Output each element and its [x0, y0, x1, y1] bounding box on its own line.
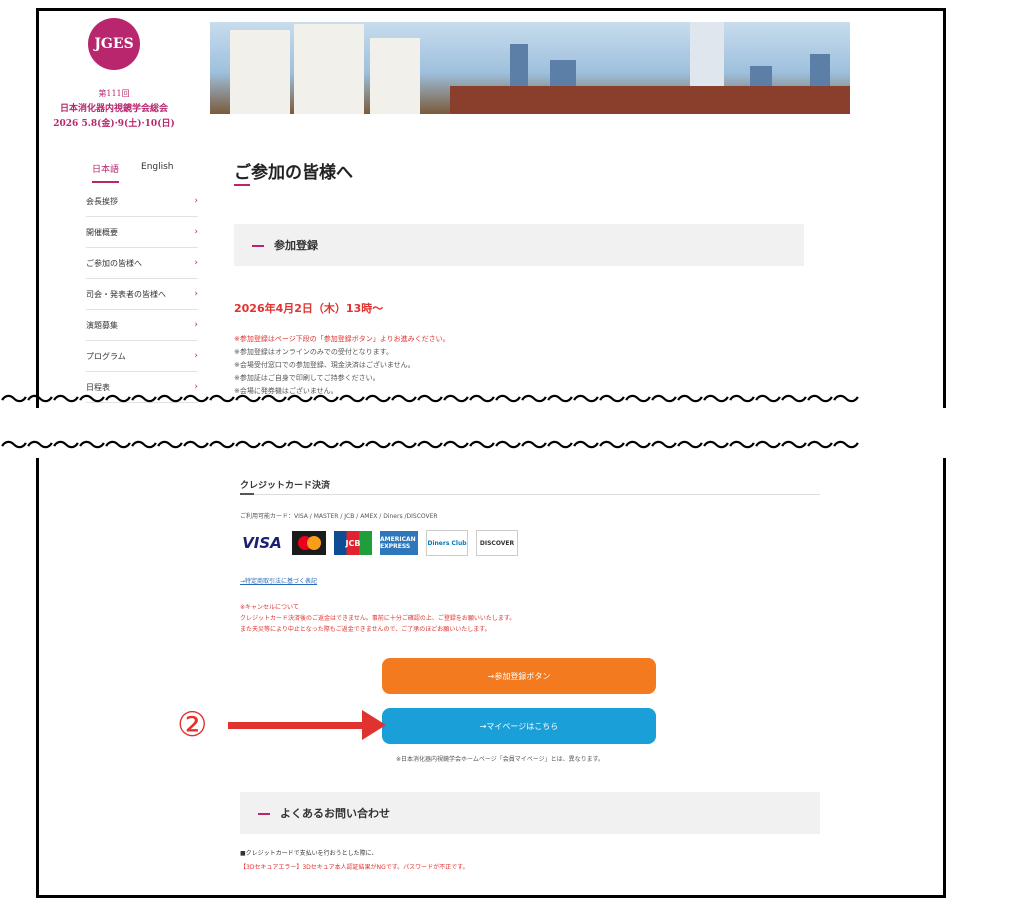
page-title: ご参加の皆様へ	[234, 163, 353, 183]
sidebar-item-program[interactable]: プログラム ›	[86, 341, 198, 372]
card-logos: VISA JCB AMERICAN EXPRESS Diners Club DI…	[240, 530, 518, 556]
amex-logo: AMERICAN EXPRESS	[380, 531, 418, 555]
cancel-notes: ※キャンセルについて クレジットカード決済後のご返金はできません。事前に十分ご確…	[240, 602, 515, 635]
sidebar-item-label: 会長挨拶	[86, 196, 118, 206]
section-faq-header: よくあるお問い合わせ	[240, 792, 820, 834]
sidebar-item-label: プログラム	[86, 351, 126, 361]
annotation-number: ②	[177, 705, 208, 745]
jcb-logo: JCB	[334, 531, 372, 555]
chevron-right-icon: ›	[194, 320, 198, 330]
sidebar-item-call-for-abstracts[interactable]: 演題募集 ›	[86, 310, 198, 341]
logo-badge: JGES	[88, 18, 140, 70]
sidebar-item-label: ご参加の皆様へ	[86, 258, 142, 268]
sidebar-item-label: 司会・発表者の皆様へ	[86, 289, 166, 299]
annotation-arrow-shaft	[228, 722, 366, 729]
sidebar-item-overview[interactable]: 開催概要 ›	[86, 217, 198, 248]
divider	[240, 494, 820, 495]
lang-tab-japanese[interactable]: 日本語	[92, 162, 120, 183]
faq-note: ■クレジットカードで支払いを行おうとした際に、	[240, 850, 378, 857]
section-registration-title: 参加登録	[274, 239, 318, 252]
chevron-right-icon: ›	[194, 258, 198, 268]
section-dash	[258, 813, 270, 815]
chevron-right-icon: ›	[194, 227, 198, 237]
registration-button[interactable]: →参加登録ボタン	[382, 658, 656, 694]
language-switcher: 日本語 English	[92, 162, 174, 183]
visa-logo: VISA	[242, 534, 282, 552]
divider-accent	[240, 493, 254, 495]
ship-sail	[230, 30, 290, 114]
chevron-right-icon: ›	[194, 196, 198, 206]
mastercard-logo	[292, 531, 326, 555]
cancel-line: また天災等により中止となった際もご返金できませんので、ご了承のほどお願いいたしま…	[240, 626, 491, 633]
available-cards-text: ご利用可能カード：VISA / MASTER / JCB / AMEX / Di…	[240, 513, 438, 520]
ship-sail	[370, 38, 420, 114]
section-faq-title: よくあるお問い合わせ	[280, 807, 390, 820]
mypage-note: ※日本消化器内視鏡学会ホームページ「会員マイページ」とは、異なります。	[396, 756, 605, 763]
ship-sail	[294, 24, 364, 114]
diners-logo: Diners Club	[426, 530, 468, 556]
sidebar-item-greeting[interactable]: 会長挨拶 ›	[86, 186, 198, 217]
note-line: ※会場受付窓口での参加登録、現金決済はございません。	[234, 361, 415, 369]
hero-banner-image	[210, 22, 850, 114]
chevron-right-icon: ›	[194, 351, 198, 361]
mastercard-circle-orange	[306, 536, 321, 550]
registration-date: 2026年4月2日（木）13時～	[234, 302, 384, 315]
tokutei-law-link[interactable]: →特定商取引法に基づく表記	[240, 576, 317, 585]
credit-card-title: クレジットカード決済	[240, 481, 331, 491]
sidebar-item-label: 演題募集	[86, 320, 118, 330]
cut-squiggle-bottom: ～～～～～～～～～～～～～～～～～～～～～～～～～～～～～～～～～	[0, 429, 860, 462]
title-underline	[234, 184, 250, 186]
logo-edition: 第111回	[98, 89, 130, 98]
brick-warehouse	[450, 86, 850, 114]
cancel-title: ※キャンセルについて	[240, 604, 299, 611]
lang-tab-english[interactable]: English	[141, 162, 174, 183]
annotation-arrow-head-icon	[362, 710, 386, 740]
logo-dates: 2026 5.8(金)·9(土)·10(日)	[53, 119, 175, 129]
logo-society: 日本消化器内視鏡学会総会	[59, 104, 168, 114]
sidebar-item-participants[interactable]: ご参加の皆様へ ›	[86, 248, 198, 279]
sidebar-item-presenters[interactable]: 司会・発表者の皆様へ ›	[86, 279, 198, 310]
section-dash	[252, 245, 264, 247]
faq-error-note: 【3Dセキュアエラー】3Dセキュア本人認証結果がNGです。パスワードが不正です。	[240, 864, 469, 871]
logo-mark: JGES	[94, 36, 134, 52]
note-line: ※参加登録はページ下段の「参加登録ボタン」よりお進みください。	[234, 335, 450, 343]
mypage-button[interactable]: →マイページはこちら	[382, 708, 656, 744]
cut-squiggle-top: ～～～～～～～～～～～～～～～～～～～～～～～～～～～～～～～～～	[0, 383, 860, 416]
note-line: ※参加登録はオンラインのみでの受付となります。	[234, 348, 393, 356]
sidebar-item-label: 開催概要	[86, 227, 118, 237]
discover-logo: DISCOVER	[476, 530, 518, 556]
cancel-line: クレジットカード決済後のご返金はできません。事前に十分ご確認の上、ご登録をお願い…	[240, 615, 516, 622]
conference-logo[interactable]: JGES 第111回 日本消化器内視鏡学会総会 2026 5.8(金)·9(土)…	[44, 14, 184, 129]
chevron-right-icon: ›	[194, 289, 198, 299]
section-registration-header: 参加登録	[234, 224, 804, 266]
sidebar-nav: 会長挨拶 › 開催概要 › ご参加の皆様へ › 司会・発表者の皆様へ › 演題募集 › プ…	[86, 186, 198, 403]
